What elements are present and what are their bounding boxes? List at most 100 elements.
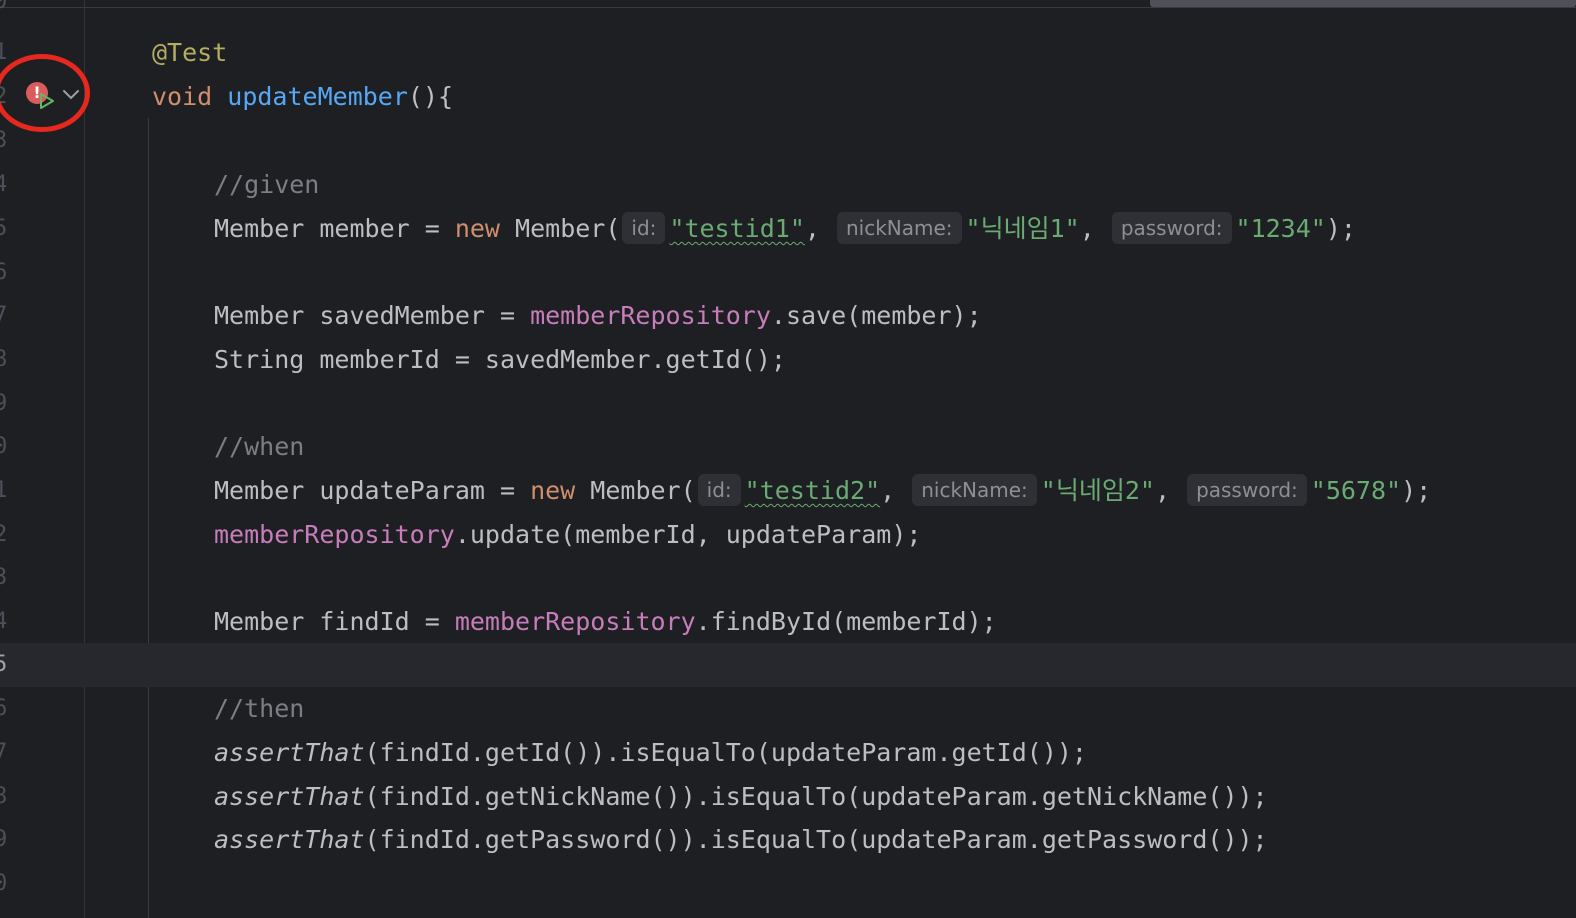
- run-test-gutter-marker[interactable]: !: [0, 54, 96, 136]
- code-text: assertThat(findId.getPassword()).isEqual…: [214, 818, 1268, 862]
- code-token: ,: [804, 214, 835, 243]
- code-text: //when: [214, 425, 304, 469]
- static-call-token: assertThat: [214, 738, 365, 767]
- code-token: );: [1401, 476, 1432, 505]
- line-number: 5: [0, 216, 8, 241]
- code-text: //then: [214, 687, 304, 731]
- string-token: "닉네임2": [1040, 476, 1155, 505]
- code-line[interactable]: 2 memberRepository.update(memberId, upda…: [0, 513, 1576, 557]
- code-line[interactable]: 3: [0, 556, 1576, 600]
- code-line[interactable]: 4 //given: [0, 163, 1576, 207]
- code-line[interactable]: 0: [0, 862, 1576, 906]
- code-line[interactable]: 0 //when: [0, 425, 1576, 469]
- code-text: Member updateParam = new Member(id: "test…: [214, 469, 1431, 513]
- string-token: "testid2": [744, 476, 881, 505]
- code-line[interactable]: 1 @Test: [0, 31, 1576, 75]
- parameter-hint: password:: [1111, 212, 1232, 244]
- code-line[interactable]: 1 Member updateParam = new Member(id: "te…: [0, 469, 1576, 513]
- field-token: memberRepository: [214, 520, 455, 549]
- code-text: Member savedMember = memberRepository.sa…: [214, 294, 982, 338]
- static-call-token: assertThat: [214, 825, 365, 854]
- code-token: ,: [1079, 214, 1110, 243]
- annotation-token: @Test: [152, 38, 228, 67]
- keyword-token: new: [530, 476, 576, 505]
- code-line[interactable]: 9: [0, 382, 1576, 426]
- static-call-token: assertThat: [214, 782, 365, 811]
- highlight-ring: [0, 54, 90, 132]
- code-token: (findId.getPassword()).isEqualTo(updateP…: [364, 825, 1268, 854]
- line-number: 0: [0, 871, 8, 896]
- code-text: Member findId = memberRepository.findByI…: [214, 600, 997, 644]
- parameter-hint: id:: [697, 474, 741, 506]
- parameter-hint: nickName:: [836, 212, 962, 244]
- code-line[interactable]: 0: [0, 0, 1576, 24]
- comment-token: //when: [214, 432, 305, 461]
- code-text: Member member = new Member(id: "testid1",…: [214, 207, 1356, 251]
- code-token: .save(member);: [770, 301, 982, 330]
- line-number: 0: [0, 434, 8, 459]
- line-number: 4: [0, 172, 8, 197]
- code-text: assertThat(findId.getId()).isEqualTo(upd…: [214, 731, 1087, 775]
- code-token: ,: [1154, 476, 1186, 505]
- line-number: 2: [0, 522, 8, 547]
- line-number: 4: [0, 609, 8, 634]
- code-token: (findId.getId()).isEqualTo(updateParam.g…: [364, 738, 1087, 767]
- line-number: 9: [0, 391, 8, 416]
- code-line[interactable]: 5 Member member = new Member(id: "testid1…: [0, 207, 1576, 251]
- line-number: 9: [0, 827, 8, 852]
- code-token: Member(: [499, 214, 621, 243]
- line-number: 7: [0, 740, 8, 765]
- code-line[interactable]: 2 void updateMember(){: [0, 75, 1576, 119]
- method-name-token: updateMember: [227, 82, 408, 111]
- code-line[interactable]: 6: [0, 251, 1576, 295]
- line-number: 8: [0, 347, 8, 372]
- code-token: Member updateParam =: [214, 476, 531, 505]
- code-token: ,: [880, 476, 911, 505]
- field-token: memberRepository: [454, 607, 696, 636]
- code-text: void updateMember(){: [152, 75, 453, 119]
- code-token: Member member =: [214, 214, 455, 243]
- code-line[interactable]: 7 assertThat(findId.getId()).isEqualTo(u…: [0, 731, 1576, 775]
- code-token: .update(memberId, updateParam);: [454, 520, 922, 549]
- parameter-hint: id:: [622, 212, 666, 244]
- code-line[interactable]: 7 Member savedMember = memberRepository.…: [0, 294, 1576, 338]
- code-text: String memberId = savedMember.getId();: [214, 345, 786, 374]
- code-line[interactable]: 8 assertThat(findId.getNickName()).isEqu…: [0, 775, 1576, 819]
- line-number: 6: [0, 260, 8, 285]
- code-text: @Test: [152, 31, 227, 75]
- parameter-hint: password:: [1187, 474, 1307, 506]
- line-number: 0: [0, 0, 8, 14]
- line-number: 6: [0, 696, 8, 721]
- line-number: 5: [0, 652, 8, 677]
- code-token: (){: [407, 82, 454, 111]
- current-code-line[interactable]: 5: [0, 643, 1576, 687]
- comment-token: //then: [214, 694, 305, 723]
- code-line[interactable]: 3: [0, 119, 1576, 163]
- parameter-hint: nickName:: [912, 474, 1037, 506]
- code-text: assertThat(findId.getNickName()).isEqual…: [214, 775, 1268, 819]
- code-line[interactable]: 6 //then: [0, 687, 1576, 731]
- string-token: "5678": [1310, 476, 1402, 505]
- code-line[interactable]: 4 Member findId = memberRepository.findB…: [0, 600, 1576, 644]
- field-token: memberRepository: [530, 301, 771, 330]
- string-token: "1234": [1235, 214, 1326, 243]
- code-editor[interactable]: 0 1 @Test 2 void updateMember(){ 3 4 //g…: [0, 0, 1576, 918]
- code-token: );: [1325, 214, 1356, 243]
- keyword-token: void: [152, 82, 213, 111]
- keyword-token: new: [454, 214, 500, 243]
- code-token: Member savedMember =: [214, 301, 531, 330]
- code-token: (findId.getNickName()).isEqualTo(updateP…: [364, 782, 1268, 811]
- line-number: 3: [0, 565, 8, 590]
- code-line[interactable]: 8 String memberId = savedMember.getId();: [0, 338, 1576, 382]
- comment-token: //given: [214, 170, 320, 199]
- line-number: 8: [0, 784, 8, 809]
- code-token: Member findId =: [214, 607, 455, 636]
- code-line[interactable]: 9 assertThat(findId.getPassword()).isEqu…: [0, 818, 1576, 862]
- code-token: Member(: [575, 476, 696, 505]
- line-number: 1: [0, 478, 8, 503]
- code-text: memberRepository.update(memberId, update…: [214, 513, 921, 557]
- string-token: "닉네임1": [965, 214, 1080, 243]
- code-text: //given: [214, 163, 319, 207]
- string-token: "testid1": [669, 214, 805, 243]
- line-number: 7: [0, 303, 8, 328]
